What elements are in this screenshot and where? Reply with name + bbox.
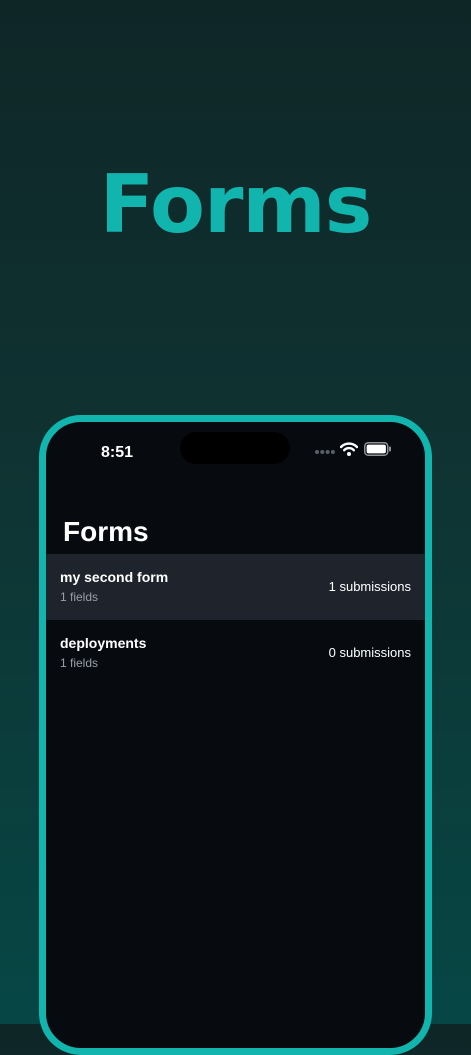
form-name: deployments [60, 635, 147, 651]
screen-title: Forms [63, 516, 149, 547]
status-bar: 8:51 [46, 422, 425, 472]
list-item-my-second-form[interactable]: my second form 1 fields 1 submissions [46, 554, 425, 620]
wifi-icon [340, 442, 358, 456]
list-item-deployments[interactable]: deployments 1 fields 0 submissions [46, 620, 425, 686]
forms-list: my second form 1 fields 1 submissions de… [46, 554, 425, 686]
battery-icon [364, 442, 391, 456]
signal-dots-icon [315, 450, 335, 454]
dynamic-island [180, 432, 290, 464]
status-time: 8:51 [101, 444, 134, 461]
form-submissions-count: 0 submissions [328, 645, 411, 660]
form-name: my second form [60, 569, 169, 585]
form-fields-count: 1 fields [60, 656, 99, 670]
form-fields-count: 1 fields [60, 590, 99, 604]
phone-frame: 8:51 Forms my second form 1 fields 1 sub… [39, 415, 432, 1055]
form-submissions-count: 1 submissions [328, 579, 411, 594]
hero-title: Forms [99, 158, 373, 251]
